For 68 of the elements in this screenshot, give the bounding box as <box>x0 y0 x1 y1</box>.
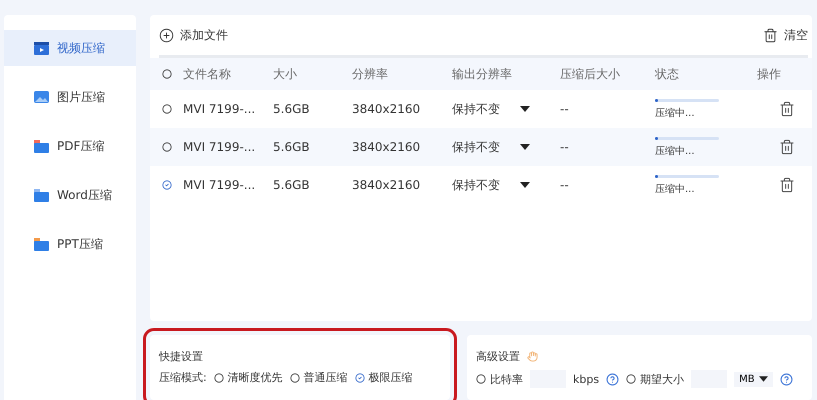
panel-title: 高级设置 <box>476 349 520 364</box>
table-cell-text: 3840x2160 <box>352 102 422 116</box>
sidebar-item[interactable]: PDF压缩 <box>4 128 136 164</box>
output-resolution-dropdown[interactable]: 保持不变 <box>452 100 500 118</box>
add-file-button[interactable]: 添加文件 <box>159 26 228 44</box>
option-label[interactable]: 清晰度优先 <box>228 370 283 385</box>
field-label: 压缩模式: <box>159 370 207 385</box>
hand-icon <box>527 351 538 362</box>
radio-icon[interactable] <box>290 372 300 382</box>
radio-icon[interactable] <box>476 374 486 384</box>
caret-icon[interactable] <box>520 182 530 188</box>
radio-icon[interactable] <box>626 374 636 384</box>
column-header: 文件名称 <box>183 66 232 82</box>
sidebar-item[interactable]: Word压缩 <box>4 177 136 213</box>
caret-icon[interactable] <box>520 106 530 112</box>
status-text: 压缩中... <box>655 182 696 196</box>
table-cell-text: -- <box>560 178 570 192</box>
clear-button[interactable]: 清空 <box>763 26 808 44</box>
option-label[interactable]: 普通压缩 <box>304 370 348 385</box>
radio-icon[interactable] <box>162 104 172 114</box>
output-resolution-dropdown[interactable]: 保持不变 <box>452 138 500 156</box>
sidebar-item[interactable]: PPT压缩 <box>4 226 136 262</box>
table-cell-text: 3840x2160 <box>352 140 422 154</box>
column-header: 压缩后大小 <box>560 66 621 82</box>
help-icon[interactable] <box>780 372 793 386</box>
radio-checked-icon[interactable] <box>162 180 172 190</box>
image-icon <box>34 90 49 104</box>
unit-dropdown[interactable]: MB <box>734 372 773 386</box>
folder-icon <box>34 237 49 251</box>
trash-icon[interactable] <box>779 139 795 155</box>
table-cell-text: 3840x2160 <box>352 178 422 192</box>
trash-icon[interactable] <box>763 28 778 42</box>
column-header: 状态 <box>655 66 680 82</box>
unit-label: kbps <box>573 372 600 386</box>
option-label[interactable]: 极限压缩 <box>368 370 413 385</box>
radio-icon[interactable] <box>214 372 224 382</box>
table-cell-text: MVI 7199-... <box>183 140 256 154</box>
table-cell-text: MVI 7199-... <box>183 102 256 116</box>
radio-icon[interactable] <box>162 69 172 79</box>
column-header: 分辨率 <box>352 66 389 82</box>
output-resolution-dropdown[interactable]: 保持不变 <box>452 176 500 194</box>
column-header: 操作 <box>757 66 782 82</box>
table-cell-text: 5.6GB <box>273 178 311 192</box>
table-cell-text: MVI 7199-... <box>183 178 256 192</box>
radio-icon[interactable] <box>162 142 172 152</box>
trash-icon[interactable] <box>779 101 795 117</box>
table-cell-text: 5.6GB <box>273 140 311 154</box>
column-header: 大小 <box>273 66 298 82</box>
panel-title: 快捷设置 <box>159 349 204 364</box>
caret-icon[interactable] <box>520 144 530 150</box>
table-cell-text: -- <box>560 102 570 116</box>
clapperboard-icon <box>34 41 49 55</box>
status-text: 压缩中... <box>655 106 696 120</box>
sidebar-item[interactable]: 图片压缩 <box>4 79 136 115</box>
table-cell-text: -- <box>560 140 570 154</box>
plus-circle-icon[interactable] <box>159 28 174 42</box>
option-label[interactable]: 比特率 <box>490 372 523 386</box>
column-header: 输出分辨率 <box>452 66 513 82</box>
folder-icon <box>34 188 49 202</box>
radio-checked-icon[interactable] <box>354 372 365 382</box>
status-text: 压缩中... <box>655 144 696 158</box>
option-label[interactable]: 期望大小 <box>640 372 684 386</box>
table-cell-text: 5.6GB <box>273 102 311 116</box>
help-icon[interactable] <box>606 372 620 386</box>
caret-icon[interactable] <box>758 376 768 382</box>
folder-icon <box>34 139 49 153</box>
trash-icon[interactable] <box>779 177 795 193</box>
sidebar-item[interactable]: 视频压缩 <box>4 30 136 66</box>
